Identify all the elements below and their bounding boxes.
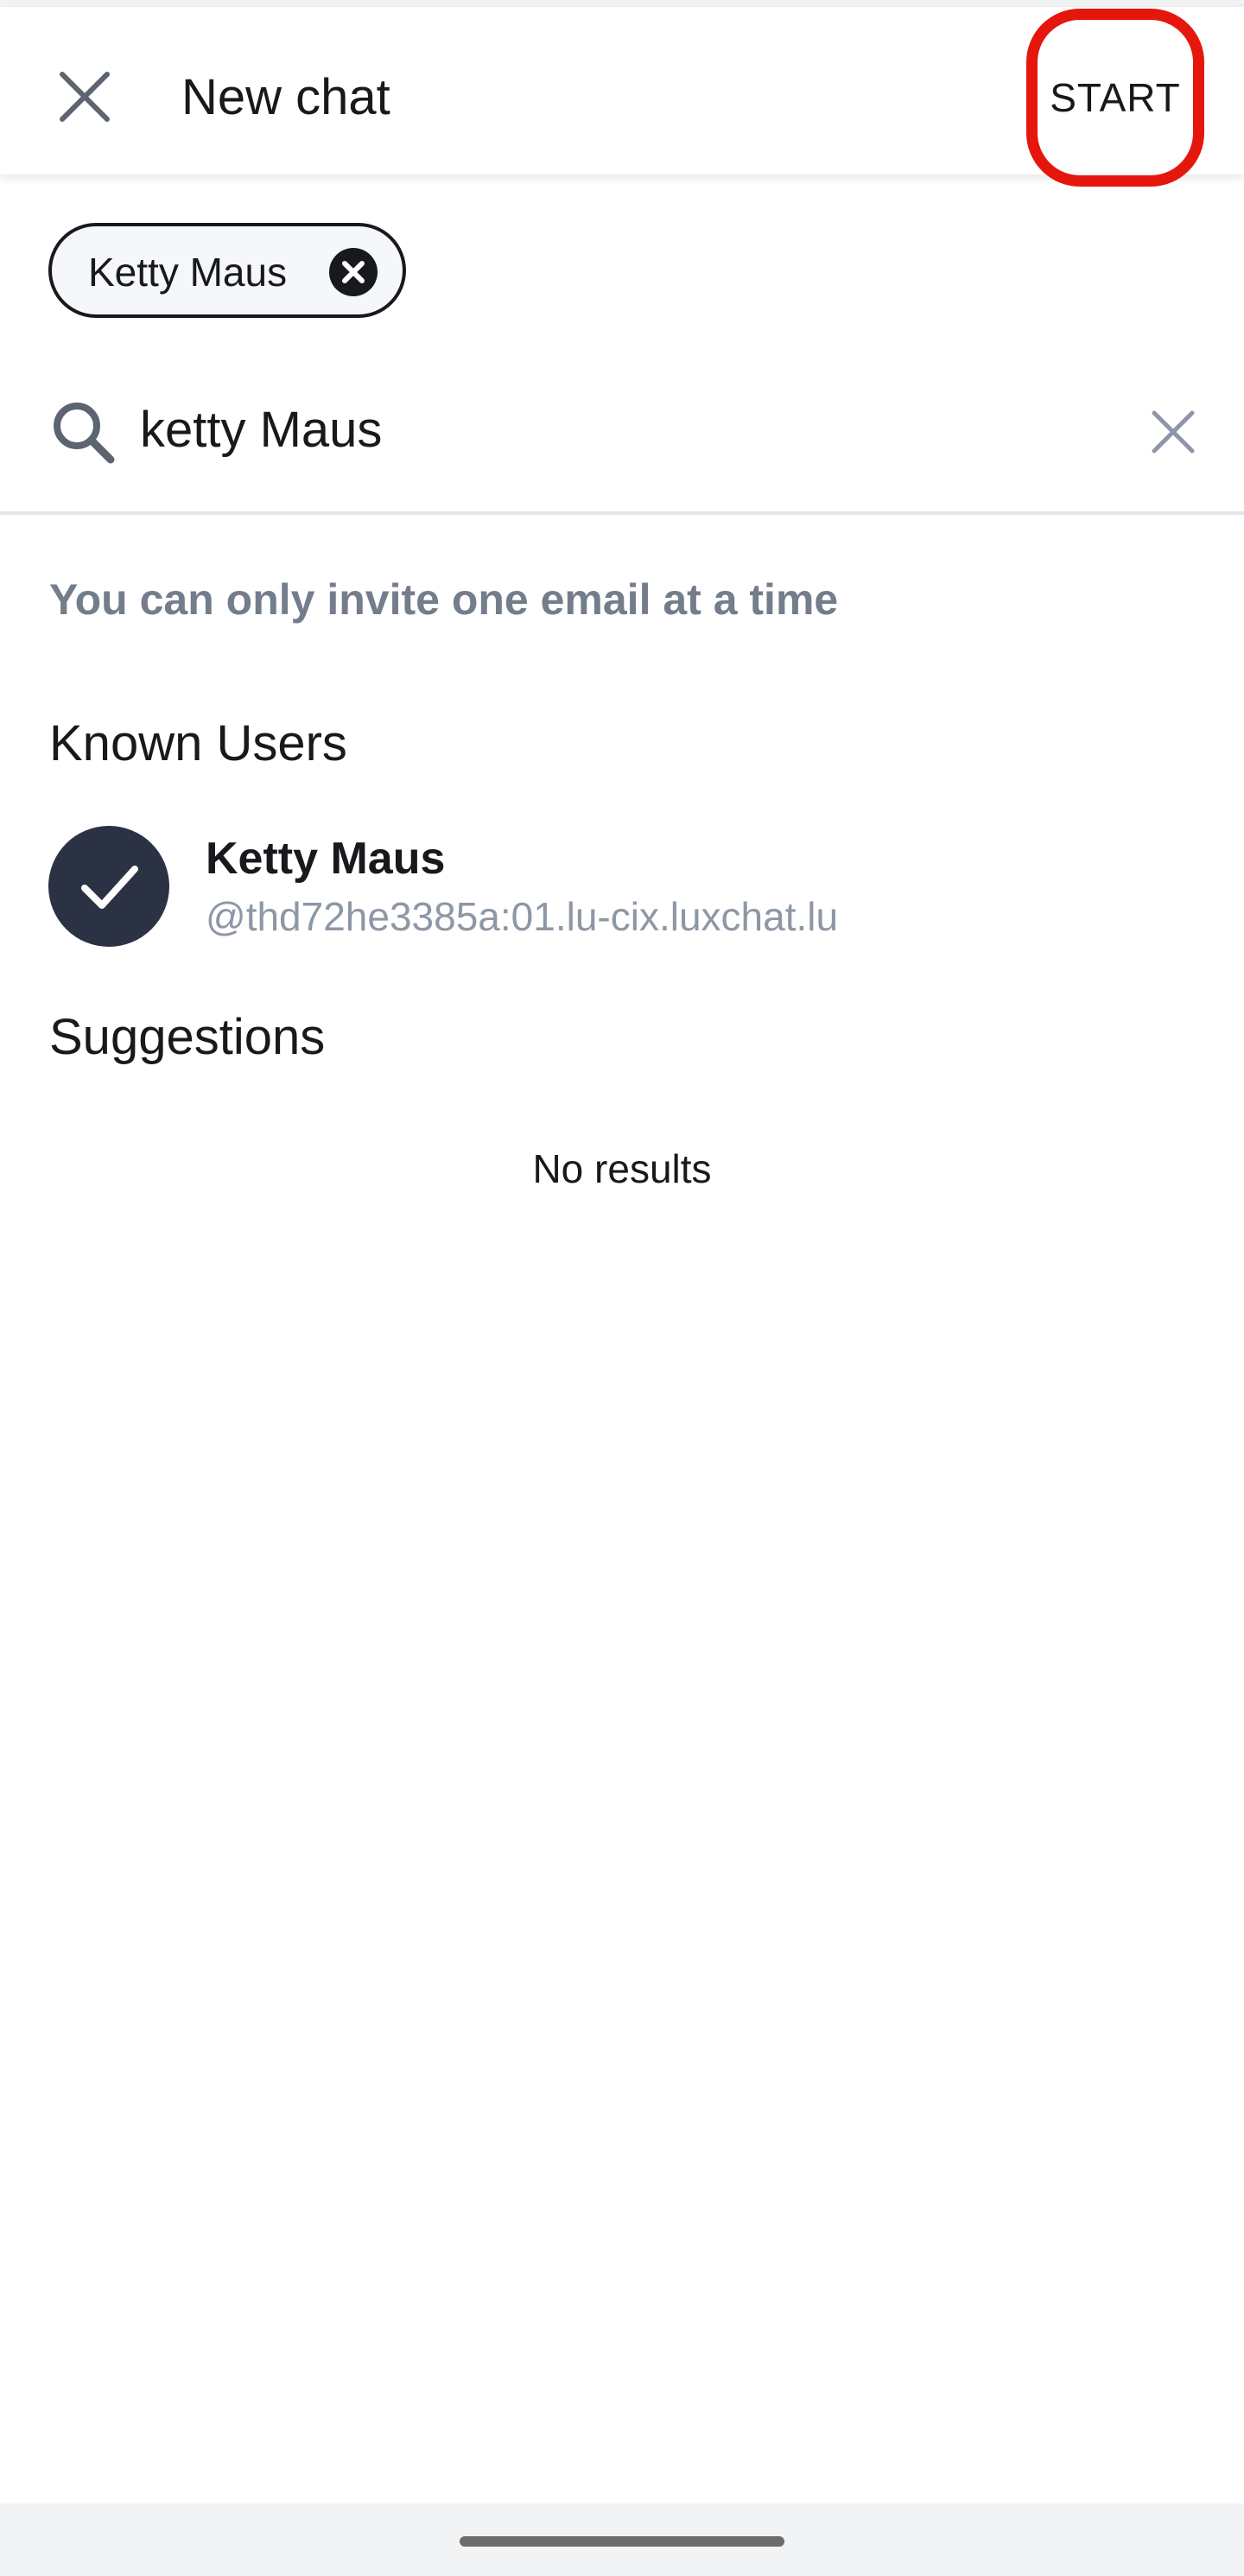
start-button[interactable]: START [1026,9,1204,187]
start-button-label: START [1050,75,1181,120]
system-navigation-bar [0,2503,1244,2576]
selected-user-chip: Ketty Maus [48,223,406,318]
new-chat-screen: New chat START Ketty Maus You can only i… [0,0,1244,2503]
clear-icon[interactable] [1142,401,1204,463]
search-bar [0,366,1244,515]
chip-label: Ketty Maus [88,250,288,295]
status-strip [0,0,1244,7]
page-title: New chat [181,69,390,125]
no-results-text: No results [532,1146,712,1191]
invite-info-text: You can only invite one email at a time [49,575,839,624]
remove-circle-icon[interactable] [328,247,378,297]
user-id: @thd72he3385a:01.lu-cix.luxchat.lu [206,894,839,939]
close-icon [60,72,110,122]
search-icon [54,403,115,464]
known-users-heading: Known Users [49,715,347,771]
avatar [48,826,169,947]
search-input[interactable] [140,390,1090,468]
top-app-bar: New chat START [0,7,1244,187]
known-user-row[interactable]: Ketty Maus @thd72he3385a:01.lu-cix.luxch… [0,812,1244,959]
suggestions-heading: Suggestions [49,1009,326,1065]
checkmark-icon [81,866,138,909]
close-button[interactable] [41,54,128,140]
user-name: Ketty Maus [206,834,446,884]
home-indicator[interactable] [460,2536,784,2547]
